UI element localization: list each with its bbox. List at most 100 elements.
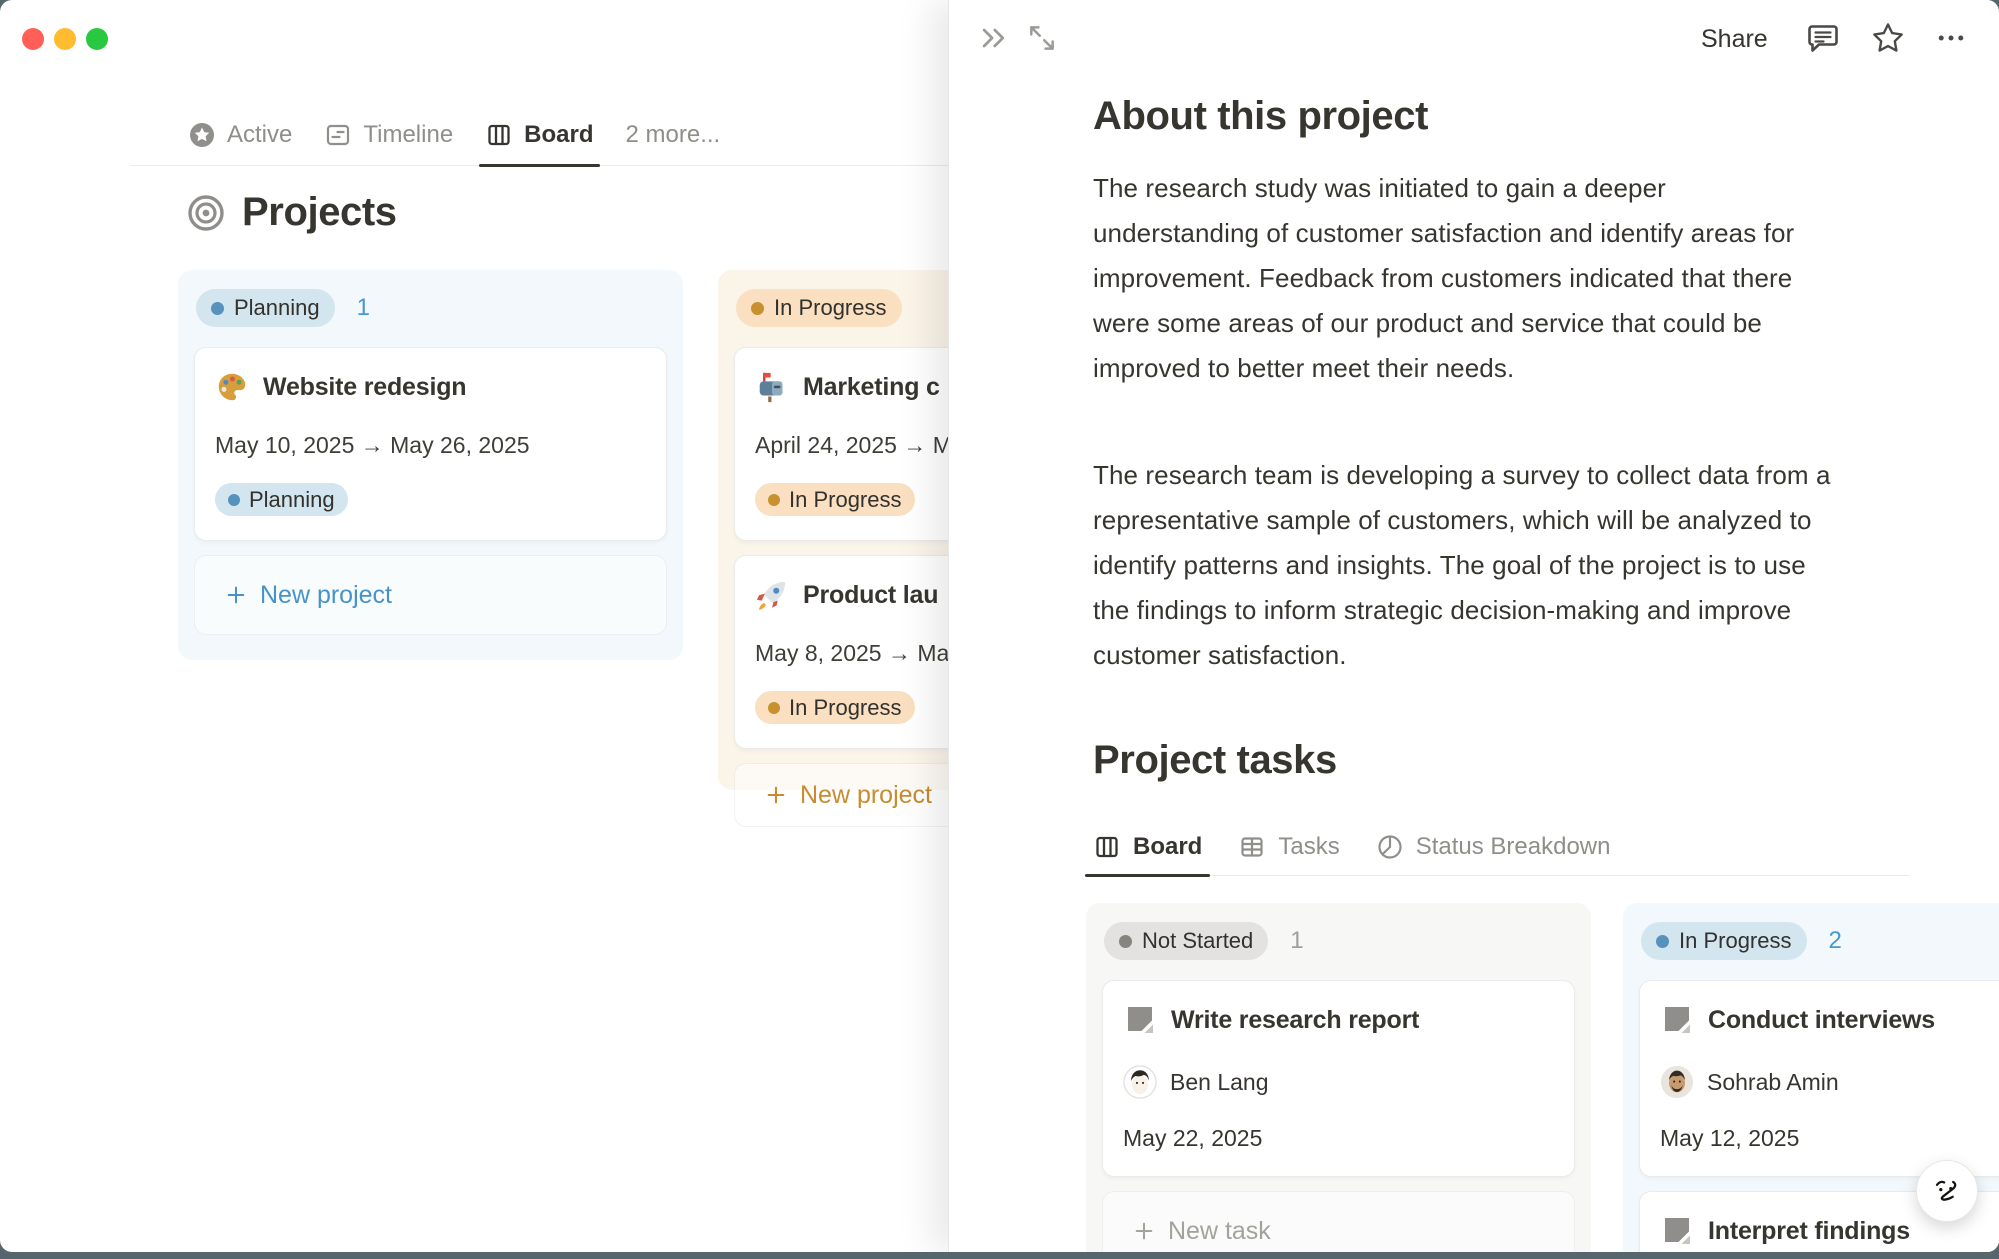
column-header: In Progress 2	[1641, 922, 1999, 960]
avatar-sohrab-amin	[1660, 1065, 1694, 1099]
status-label: Planning	[234, 295, 320, 321]
tasks-column-not-started: Not Started 1 Write research report Ben …	[1086, 903, 1591, 1252]
column-count: 2	[1829, 927, 1842, 955]
tab-more-views[interactable]: 2 more...	[626, 104, 721, 165]
status-label: Planning	[249, 487, 335, 513]
plus-icon	[1133, 1220, 1155, 1242]
status-pill-in-progress[interactable]: In Progress	[736, 289, 902, 327]
target-icon	[186, 193, 226, 233]
about-paragraph-1: The research study was initiated to gain…	[1093, 166, 1833, 391]
board-column-planning: Planning 1 Website redesign May 10, 2025…	[178, 270, 683, 660]
tab-timeline-view[interactable]: Timeline	[324, 104, 453, 165]
card-due-date: May 22, 2025	[1123, 1125, 1554, 1152]
board-icon	[1093, 833, 1121, 861]
more-options-icon[interactable]	[1935, 22, 1967, 54]
about-paragraph-2: The research team is developing a survey…	[1093, 453, 1833, 678]
status-label: Not Started	[1142, 928, 1253, 954]
window-controls	[22, 28, 108, 50]
status-dot	[768, 702, 780, 714]
card-title: Website redesign	[263, 373, 466, 402]
close-window-button[interactable]	[22, 28, 44, 50]
status-pill-in-progress[interactable]: In Progress	[1641, 922, 1807, 960]
minimize-window-button[interactable]	[54, 28, 76, 50]
tab-label: Active	[227, 121, 292, 149]
side-peek-panel: Share About this project The research st…	[948, 0, 1999, 1252]
status-dot	[1119, 935, 1132, 948]
favorite-star-icon[interactable]	[1870, 20, 1906, 56]
palette-icon	[215, 370, 249, 404]
tab-label: 2 more...	[626, 121, 721, 149]
task-card-conduct-interviews[interactable]: Conduct interviews Sohrab Amin May 12, 2…	[1639, 980, 1999, 1177]
about-heading: About this project	[1093, 94, 1428, 139]
new-project-button[interactable]: New project	[194, 555, 667, 635]
status-dot	[211, 302, 224, 315]
tab-label: Board	[1133, 833, 1202, 861]
card-status-tag: Planning	[215, 483, 348, 516]
new-project-label: New project	[260, 581, 392, 610]
task-card-write-research-report[interactable]: Write research report Ben Lang May 22, 2…	[1102, 980, 1575, 1177]
page-title: Projects	[242, 190, 397, 235]
zoom-window-button[interactable]	[86, 28, 108, 50]
assignee-name: Ben Lang	[1170, 1069, 1268, 1096]
tab-label: Status Breakdown	[1416, 833, 1611, 861]
notion-ai-button[interactable]	[1916, 1160, 1978, 1222]
new-task-label: New task	[1168, 1217, 1271, 1246]
page-header: Projects	[186, 190, 397, 235]
rocket-icon	[755, 578, 789, 612]
card-due-date: May 12, 2025	[1660, 1125, 1999, 1152]
status-label: In Progress	[1679, 928, 1792, 954]
ai-face-icon	[1928, 1172, 1966, 1210]
tab-board-view[interactable]: Board	[485, 104, 593, 165]
status-dot	[768, 494, 780, 506]
assignee-name: Sohrab Amin	[1707, 1069, 1839, 1096]
comments-icon[interactable]	[1805, 20, 1841, 56]
plus-icon	[225, 584, 247, 606]
share-button[interactable]: Share	[1701, 25, 1768, 54]
page-icon	[1660, 1214, 1694, 1248]
tab-status-breakdown-view[interactable]: Status Breakdown	[1376, 818, 1611, 875]
column-header: Planning 1	[196, 289, 667, 327]
expand-page-icon[interactable]	[1026, 22, 1058, 54]
tab-active-view[interactable]: Active	[188, 104, 292, 165]
tab-label: Board	[524, 121, 593, 149]
status-label: In Progress	[774, 295, 887, 321]
database-view-tabs: Active Timeline Board 2 more...	[130, 104, 948, 166]
tab-label: Tasks	[1278, 833, 1339, 861]
pie-chart-icon	[1376, 833, 1404, 861]
card-date-range: May 10, 2025 → May 26, 2025	[215, 432, 646, 459]
card-title: Conduct interviews	[1708, 1006, 1935, 1035]
tab-tasks-board-view[interactable]: Board	[1093, 818, 1202, 875]
status-pill-not-started[interactable]: Not Started	[1104, 922, 1268, 960]
tab-tasks-table-view[interactable]: Tasks	[1238, 818, 1339, 875]
table-icon	[1238, 833, 1266, 861]
status-dot	[751, 302, 764, 315]
plus-icon	[765, 784, 787, 806]
card-title: Write research report	[1171, 1006, 1419, 1035]
new-task-button[interactable]: New task	[1102, 1191, 1575, 1252]
status-label: In Progress	[789, 487, 902, 513]
tasks-view-tabs: Board Tasks Status Breakdown	[1086, 818, 1909, 876]
mailbox-icon	[755, 370, 789, 404]
column-count: 1	[1290, 927, 1303, 955]
new-project-label: New project	[800, 781, 932, 810]
page-icon	[1123, 1003, 1157, 1037]
card-title: Interpret findings	[1708, 1217, 1910, 1246]
page-icon	[1660, 1003, 1694, 1037]
card-status-tag: In Progress	[755, 691, 915, 724]
project-card-website-redesign[interactable]: Website redesign May 10, 2025 → May 26, …	[194, 347, 667, 541]
notion-window: Active Timeline Board 2 more... Projects…	[0, 0, 1999, 1252]
status-pill-planning[interactable]: Planning	[196, 289, 335, 327]
card-title: Product lau	[803, 581, 938, 610]
column-count: 1	[357, 294, 370, 322]
status-label: In Progress	[789, 695, 902, 721]
tab-label: Timeline	[363, 121, 453, 149]
star-circle-icon	[188, 121, 216, 149]
avatar-ben-lang	[1123, 1065, 1157, 1099]
timeline-icon	[324, 121, 352, 149]
project-tasks-heading: Project tasks	[1093, 738, 1337, 783]
close-side-peek-icon[interactable]	[977, 22, 1009, 54]
board-icon	[485, 121, 513, 149]
card-status-tag: In Progress	[755, 483, 915, 516]
column-header: Not Started 1	[1104, 922, 1575, 960]
card-title: Marketing c	[803, 373, 940, 402]
